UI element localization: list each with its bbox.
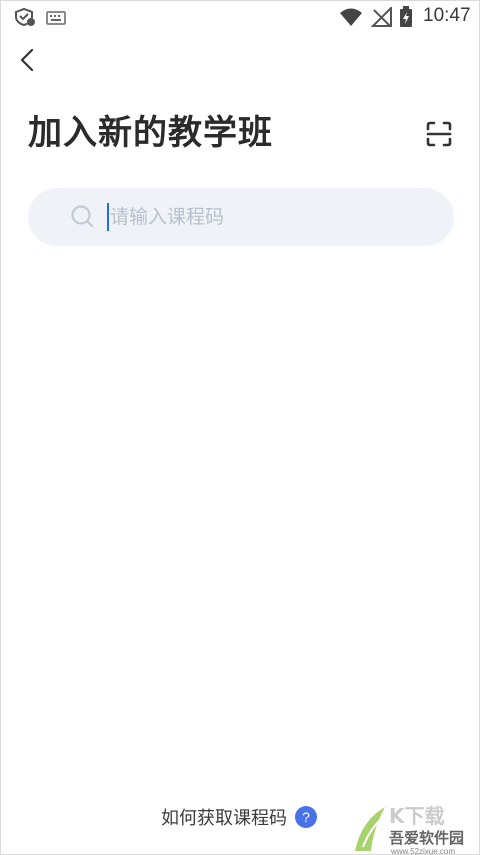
chevron-left-icon bbox=[20, 48, 34, 72]
status-bar: 10:47 bbox=[1, 1, 479, 33]
keyboard-icon bbox=[46, 10, 66, 29]
battery-charging-icon bbox=[399, 6, 413, 32]
search-icon bbox=[70, 204, 96, 234]
how-to-get-course-code-link[interactable]: 如何获取课程码 ? bbox=[161, 804, 317, 830]
course-code-search[interactable] bbox=[28, 188, 454, 246]
status-time: 10:47 bbox=[423, 5, 471, 26]
svg-text:K下载: K下载 bbox=[389, 804, 445, 828]
shield-notification-icon bbox=[14, 7, 36, 31]
course-code-input[interactable] bbox=[110, 188, 430, 246]
watermark-url: www.52zixue.com bbox=[390, 847, 455, 855]
text-caret bbox=[107, 203, 109, 231]
back-button[interactable] bbox=[11, 43, 45, 77]
page-title: 加入新的教学班 bbox=[28, 113, 273, 153]
screen: 10:47 加入新的教学班 如何获取课程码 ? bbox=[0, 0, 480, 855]
help-label: 如何获取课程码 bbox=[161, 808, 287, 829]
scan-button[interactable] bbox=[421, 116, 457, 152]
question-mark-icon: ? bbox=[295, 806, 317, 828]
scan-icon bbox=[426, 121, 452, 147]
no-signal-icon bbox=[370, 5, 393, 31]
watermark-logo: K下载 吾爱软件园 www.52zixue.com bbox=[351, 801, 479, 855]
wifi-icon bbox=[339, 7, 363, 31]
watermark-text: 吾爱软件园 bbox=[389, 829, 464, 847]
